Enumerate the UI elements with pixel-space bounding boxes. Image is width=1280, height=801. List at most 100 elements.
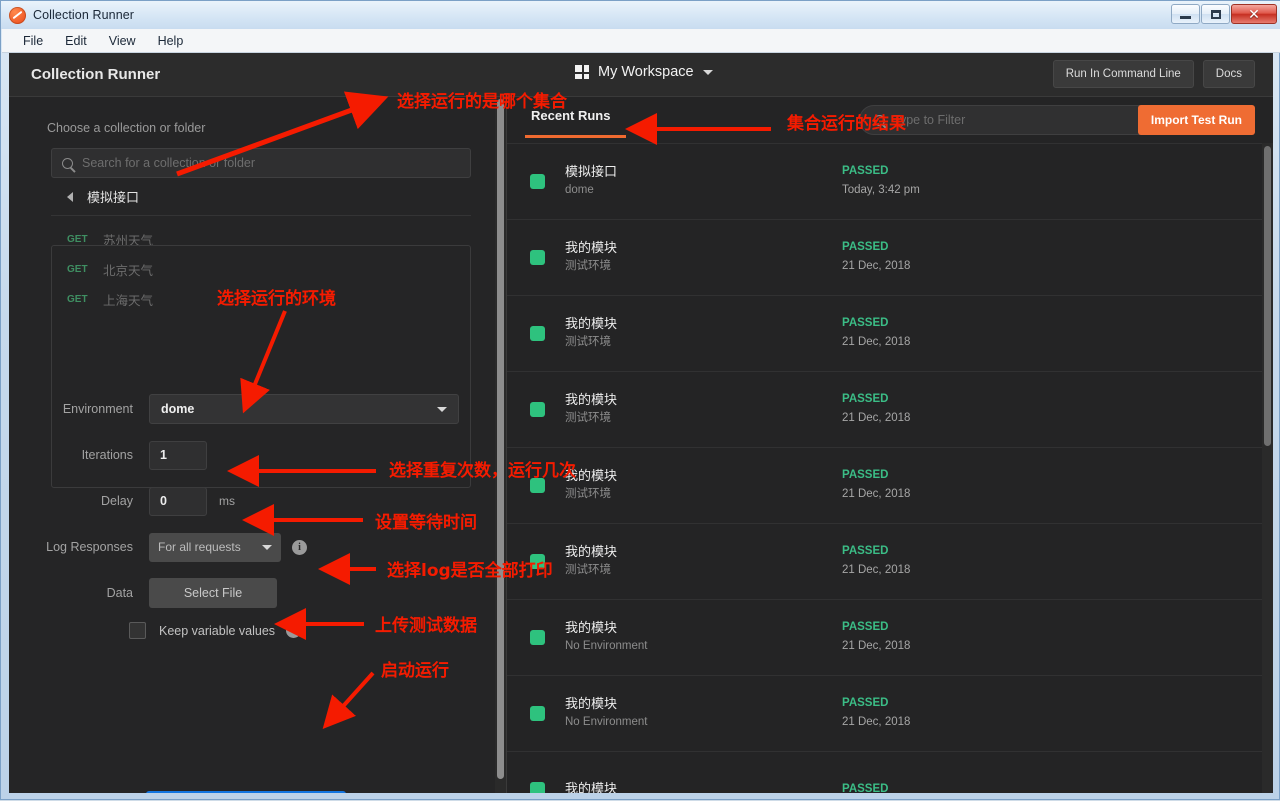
left-scrollbar-thumb[interactable]: [497, 99, 504, 779]
run-result-block: PASSED21 Dec, 2018: [842, 391, 910, 427]
run-environment: 测试环境: [565, 410, 865, 427]
close-button[interactable]: ✕: [1231, 4, 1277, 24]
run-timestamp: 21 Dec, 2018: [842, 333, 910, 351]
menubar: File Edit View Help: [2, 29, 1280, 53]
iterations-label: Iterations: [9, 448, 149, 462]
run-status-text: PASSED: [842, 239, 910, 257]
run-status-text: PASSED: [842, 695, 910, 713]
delay-input[interactable]: 0: [149, 487, 207, 516]
run-collection-name: 模拟接口: [565, 163, 865, 182]
table-row[interactable]: 我的模块测试环境PASSED21 Dec, 2018: [507, 447, 1273, 523]
annotation-label: 上传测试数据: [375, 611, 477, 636]
right-scrollbar[interactable]: [1262, 143, 1273, 793]
run-collection-button[interactable]: Run 模拟接口: [146, 791, 346, 793]
menu-file[interactable]: File: [12, 32, 54, 50]
table-row[interactable]: 我的模块测试环境PASSED21 Dec, 2018: [507, 523, 1273, 599]
menu-view[interactable]: View: [98, 32, 147, 50]
run-environment: dome: [565, 182, 865, 199]
annotation-label: 选择运行的是哪个集合: [397, 87, 567, 112]
status-badge: [530, 630, 545, 645]
status-badge: [530, 174, 545, 189]
collection-header[interactable]: 模拟接口: [51, 178, 471, 216]
run-result-block: PASSED21 Dec, 2018: [842, 467, 910, 503]
titlebar: Collection Runner ✕: [1, 1, 1280, 29]
request-method: GET: [67, 294, 91, 305]
grid-icon: [575, 65, 589, 79]
environment-select[interactable]: dome: [149, 394, 459, 424]
keep-variable-values-label: Keep variable values: [159, 624, 275, 638]
page-title: Collection Runner: [31, 66, 160, 83]
run-result-block: PASSEDToday, 3:42 pm: [842, 163, 920, 199]
annotation-label: 选择重复次数，运行几次: [389, 456, 576, 481]
table-row[interactable]: 模拟接口domePASSEDToday, 3:42 pm: [507, 143, 1273, 219]
run-texts: 我的模块No Environment: [565, 695, 865, 731]
search-icon: [62, 158, 73, 169]
run-environment: 测试环境: [565, 334, 865, 351]
run-timestamp: 21 Dec, 2018: [842, 257, 910, 275]
status-badge: [530, 326, 545, 341]
search-input-placeholder: Search for a collection or folder: [82, 156, 255, 170]
left-scrollbar[interactable]: [495, 97, 506, 793]
menu-edit[interactable]: Edit: [54, 32, 98, 50]
environment-label: Environment: [9, 402, 149, 416]
table-row[interactable]: 我的模块PASSED: [507, 751, 1273, 793]
run-status-text: PASSED: [842, 467, 910, 485]
run-environment: No Environment: [565, 638, 865, 655]
run-collection-name: 我的模块: [565, 619, 865, 638]
info-icon[interactable]: i: [286, 623, 301, 638]
run-collection-name: 我的模块: [565, 543, 865, 562]
annotation-label: 集合运行的结果: [787, 109, 906, 134]
run-environment: 测试环境: [565, 562, 865, 579]
table-row[interactable]: 我的模块测试环境PASSED21 Dec, 2018: [507, 295, 1273, 371]
postman-icon: [9, 7, 26, 24]
run-collection-name: 我的模块: [565, 391, 865, 410]
docs-button[interactable]: Docs: [1203, 60, 1255, 88]
close-icon: ✕: [1248, 7, 1260, 21]
run-collection-name: 我的模块: [565, 467, 865, 486]
log-responses-select[interactable]: For all requests: [149, 533, 281, 562]
list-item[interactable]: GET 苏州天气: [51, 224, 471, 254]
app-header: Collection Runner My Workspace Run In Co…: [9, 53, 1273, 97]
table-row[interactable]: 我的模块测试环境PASSED21 Dec, 2018: [507, 219, 1273, 295]
table-row[interactable]: 我的模块No EnvironmentPASSED21 Dec, 2018: [507, 675, 1273, 751]
window-controls[interactable]: ✕: [1171, 4, 1277, 24]
workspace-switcher[interactable]: My Workspace: [569, 61, 719, 83]
run-texts: 我的模块测试环境: [565, 391, 865, 427]
maximize-button[interactable]: [1201, 4, 1230, 24]
run-timestamp: 21 Dec, 2018: [842, 561, 910, 579]
run-result-block: PASSED21 Dec, 2018: [842, 239, 910, 275]
minimize-button[interactable]: [1171, 4, 1200, 24]
table-row[interactable]: 我的模块No EnvironmentPASSED21 Dec, 2018: [507, 599, 1273, 675]
run-collection-name: 我的模块: [565, 315, 865, 334]
panes: Choose a collection or folder Search for…: [9, 97, 1273, 793]
info-icon[interactable]: i: [292, 540, 307, 555]
right-scrollbar-thumb[interactable]: [1264, 146, 1271, 446]
chevron-down-icon: [437, 407, 447, 412]
import-test-run-button[interactable]: Import Test Run: [1138, 105, 1255, 135]
run-status-text: PASSED: [842, 781, 888, 793]
status-badge: [530, 782, 545, 793]
run-environment: 测试环境: [565, 486, 865, 503]
list-item[interactable]: GET 北京天气: [51, 254, 471, 284]
select-file-button[interactable]: Select File: [149, 578, 277, 608]
run-timestamp: 21 Dec, 2018: [842, 485, 910, 503]
iterations-input[interactable]: 1: [149, 441, 207, 470]
run-texts: 我的模块No Environment: [565, 619, 865, 655]
request-method: GET: [67, 264, 91, 275]
run-timestamp: Today, 3:42 pm: [842, 181, 920, 199]
run-timestamp: 21 Dec, 2018: [842, 637, 910, 655]
search-input[interactable]: Search for a collection or folder: [51, 148, 471, 178]
annotation-label: 选择log是否全部打印: [387, 556, 553, 581]
keep-variable-values-checkbox[interactable]: [129, 622, 146, 639]
run-status-text: PASSED: [842, 163, 920, 181]
run-in-command-line-button[interactable]: Run In Command Line: [1053, 60, 1194, 88]
run-collection-name: 我的模块: [565, 239, 865, 258]
status-badge: [530, 402, 545, 417]
right-pane: Recent Runs Type to Filter Import Test R…: [506, 97, 1273, 793]
menu-help[interactable]: Help: [147, 32, 195, 50]
annotation-label: 启动运行: [381, 656, 449, 681]
environment-row: Environment dome: [9, 386, 506, 432]
chevron-left-icon[interactable]: [67, 192, 73, 202]
table-row[interactable]: 我的模块测试环境PASSED21 Dec, 2018: [507, 371, 1273, 447]
collection-name: 模拟接口: [87, 187, 139, 206]
